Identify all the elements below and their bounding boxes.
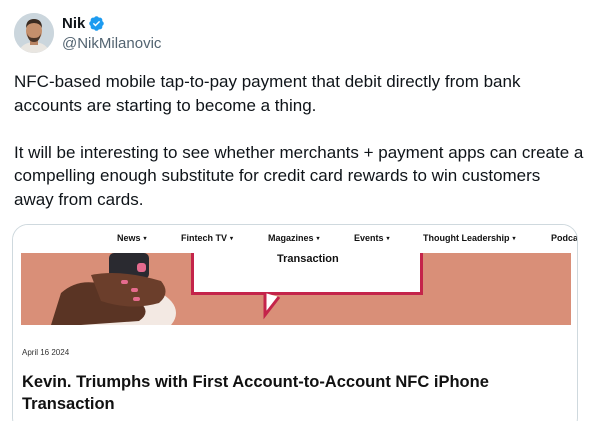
site-nav: News ▾ Fintech TV ▾ Magazines ▾ Events ▾ Tho… — [13, 225, 577, 253]
chevron-down-icon: ▾ — [512, 236, 516, 242]
chevron-down-icon: ▾ — [230, 236, 234, 242]
hero-image: Transaction — [21, 253, 571, 325]
verified-badge-icon[interactable] — [88, 15, 105, 32]
chevron-down-icon: ▾ — [143, 236, 147, 242]
display-name[interactable]: Nik — [62, 15, 85, 32]
profile-photo — [14, 13, 54, 53]
name-row: Nik — [62, 13, 161, 33]
tweet-text: NFC-based mobile tap-to-pay payment that… — [14, 70, 584, 211]
hero-label: Transaction — [277, 253, 339, 265]
speech-bubble-tail — [263, 293, 281, 320]
nav-item-fintech-tv[interactable]: Fintech TV ▾ — [181, 233, 233, 243]
nav-item-thought-leadership[interactable]: Thought Leadership ▾ — [423, 233, 516, 243]
nav-item-magazines[interactable]: Magazines ▾ — [268, 233, 320, 243]
handle[interactable]: @NikMilanovic — [62, 35, 161, 52]
author-block: Nik @NikMilanovic — [62, 13, 161, 53]
avatar[interactable] — [14, 13, 54, 53]
chevron-down-icon: ▾ — [386, 236, 390, 242]
article-headline[interactable]: Kevin. Triumphs with First Account-to-Ac… — [22, 371, 542, 415]
tweet-paragraph: NFC-based mobile tap-to-pay payment that… — [14, 72, 521, 115]
tweet-paragraph: It will be interesting to see whether me… — [14, 142, 584, 209]
nav-item-news[interactable]: News ▾ — [117, 233, 147, 243]
tweet: Nik @NikMilanovic NFC-based mobile tap-t… — [0, 0, 602, 421]
article-date: April 16 2024 — [22, 348, 70, 357]
nav-item-podcasts[interactable]: Podca — [551, 233, 577, 243]
nav-item-events[interactable]: Events ▾ — [354, 233, 390, 243]
link-preview-card[interactable]: News ▾ Fintech TV ▾ Magazines ▾ Events ▾ Tho… — [12, 224, 578, 421]
chevron-down-icon: ▾ — [316, 236, 320, 242]
